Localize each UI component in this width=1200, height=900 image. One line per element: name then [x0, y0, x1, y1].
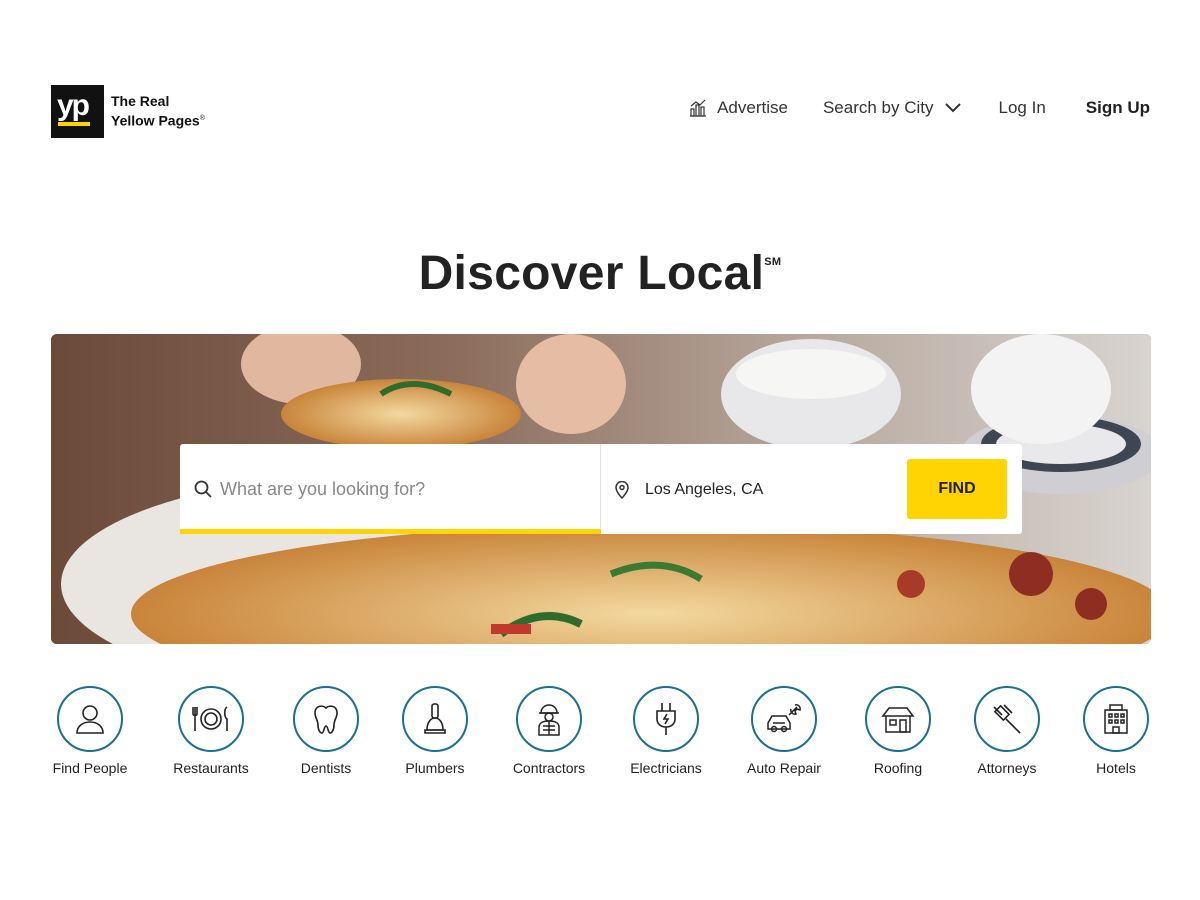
- hotel-icon: [1104, 704, 1128, 734]
- category-list: Find People Restaurants Dentists Plumber…: [0, 686, 1200, 786]
- category-label: Plumbers: [405, 760, 465, 776]
- chevron-down-icon: [944, 103, 961, 113]
- search-icon: [194, 480, 212, 498]
- find-button[interactable]: FIND: [907, 459, 1007, 519]
- category-hotels[interactable]: Hotels: [1056, 686, 1176, 776]
- gavel-icon: [993, 704, 1021, 734]
- category-auto-repair[interactable]: Auto Repair: [724, 686, 844, 776]
- category-label: Auto Repair: [747, 760, 821, 776]
- category-circle: [178, 686, 244, 752]
- search-where-field: FIND: [601, 444, 1022, 534]
- logo-line-2: Yellow Pages: [111, 112, 200, 129]
- category-restaurants[interactable]: Restaurants: [151, 686, 271, 776]
- site-logo[interactable]: yp The Real Yellow Pages®: [51, 85, 205, 138]
- house-icon: [881, 707, 915, 733]
- category-circle: [1083, 686, 1149, 752]
- category-dentists[interactable]: Dentists: [266, 686, 386, 776]
- worker-icon: [538, 704, 560, 736]
- top-nav: Advertise Search by City Log In Sign Up: [689, 98, 1150, 118]
- category-circle: [293, 686, 359, 752]
- nav-search-by-city-label: Search by City: [822, 98, 934, 117]
- person-icon: [76, 705, 104, 734]
- category-find-people[interactable]: Find People: [30, 686, 150, 776]
- nav-search-by-city-dropdown[interactable]: Search by City: [823, 98, 961, 118]
- page-title-text: Discover Local: [418, 247, 765, 300]
- category-label: Attorneys: [977, 760, 1037, 776]
- tooth-icon: [314, 705, 338, 734]
- category-circle: [751, 686, 817, 752]
- bar-chart-icon: [690, 99, 707, 117]
- nav-advertise-link[interactable]: Advertise: [689, 98, 788, 118]
- category-label: Find People: [52, 760, 128, 776]
- search-active-underline: [180, 529, 601, 534]
- category-label: Hotels: [1096, 760, 1136, 776]
- page-title: Discover LocalSM: [0, 246, 1200, 301]
- category-label: Dentists: [300, 760, 352, 776]
- category-circle: [516, 686, 582, 752]
- logo-registered: ®: [199, 115, 205, 123]
- category-label: Roofing: [873, 760, 923, 776]
- logo-line-1: The Real: [111, 93, 170, 110]
- category-label: Restaurants: [173, 760, 249, 776]
- category-circle: [402, 686, 468, 752]
- logo-yellow-bar: [58, 122, 90, 126]
- yp-logo-mark: yp: [51, 85, 104, 138]
- logo-wordmark: The Real Yellow Pages®: [111, 93, 205, 130]
- location-pin-icon: [615, 481, 629, 499]
- car-wrench-icon: [767, 704, 801, 733]
- nav-advertise-label: Advertise: [717, 98, 788, 117]
- category-circle: [974, 686, 1040, 752]
- category-contractors[interactable]: Contractors: [489, 686, 609, 776]
- search-what-field: [180, 444, 601, 534]
- plug-icon: [656, 703, 676, 735]
- category-plumbers[interactable]: Plumbers: [375, 686, 495, 776]
- plate-cutlery-icon: [192, 706, 228, 731]
- plunger-icon: [424, 703, 446, 734]
- nav-log-in-link[interactable]: Log In: [999, 98, 1046, 118]
- category-roofing[interactable]: Roofing: [838, 686, 958, 776]
- search-what-input[interactable]: [220, 472, 580, 506]
- category-circle: [633, 686, 699, 752]
- category-label: Contractors: [512, 760, 586, 776]
- category-attorneys[interactable]: Attorneys: [947, 686, 1067, 776]
- category-circle: [865, 686, 931, 752]
- logo-mark-text: yp: [57, 89, 90, 122]
- service-mark: SM: [764, 256, 782, 268]
- category-label: Electricians: [630, 760, 702, 776]
- category-circle: [57, 686, 123, 752]
- search-where-input[interactable]: [645, 474, 895, 506]
- category-electricians[interactable]: Electricians: [606, 686, 726, 776]
- search-form: FIND: [180, 444, 1022, 534]
- nav-sign-up-link[interactable]: Sign Up: [1086, 98, 1150, 118]
